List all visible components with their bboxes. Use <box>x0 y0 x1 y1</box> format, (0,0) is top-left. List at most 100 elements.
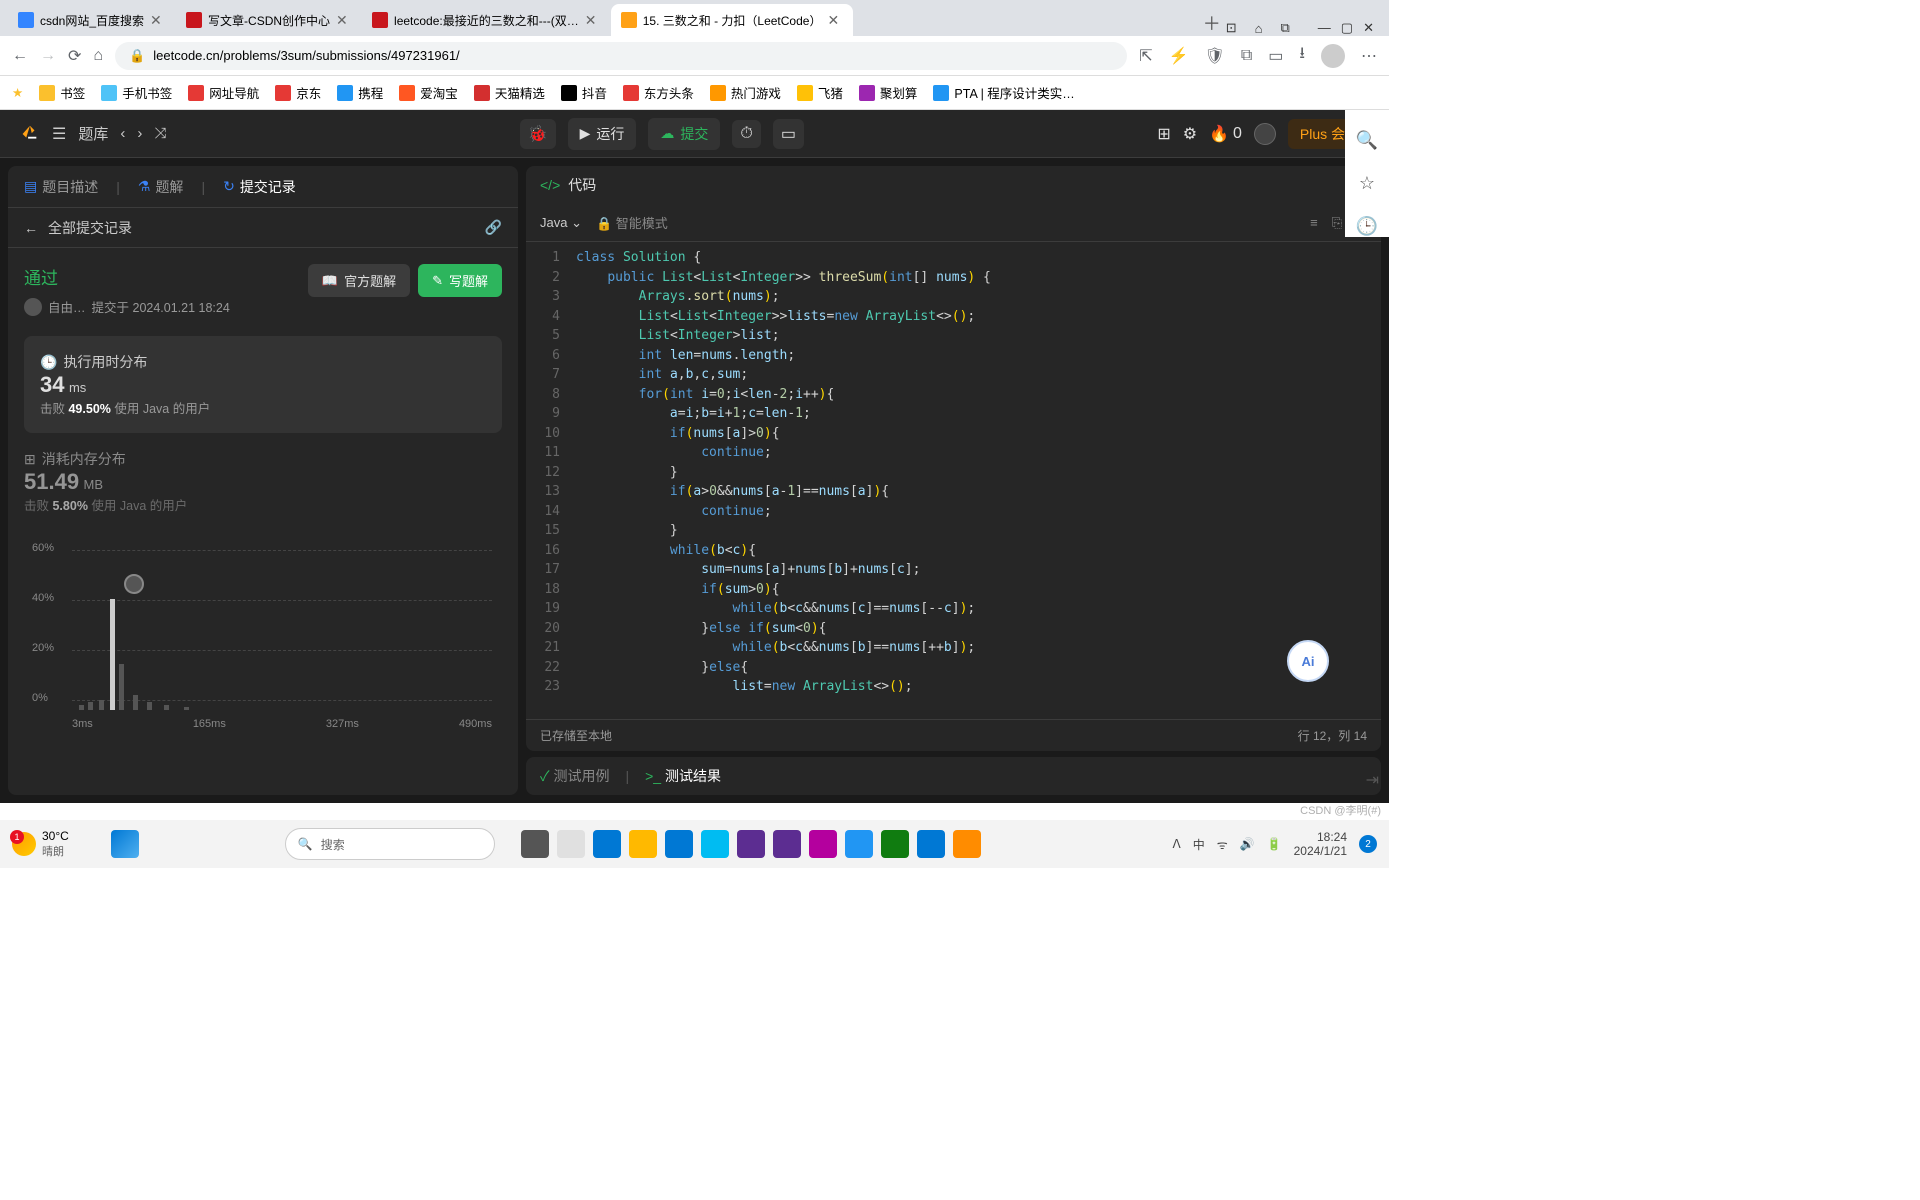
shield-icon[interactable]: 🛡 <box>1205 46 1225 66</box>
taskbar-app-icon[interactable] <box>701 830 729 858</box>
download-icon[interactable]: ⭳ <box>1299 42 1305 69</box>
smart-mode[interactable]: 🔒 智能模式 <box>596 213 668 232</box>
taskbar-app-icon[interactable] <box>917 830 945 858</box>
prev-icon[interactable]: ‹ <box>120 125 125 142</box>
format-icon[interactable]: ≡ <box>1310 215 1318 231</box>
bookmark-item[interactable]: 飞猪 <box>797 83 843 102</box>
maximize-icon[interactable]: ▢ <box>1341 20 1353 36</box>
debug-icon[interactable]: 🐞 <box>520 119 556 149</box>
runtime-card[interactable]: 🕒执行用时分布 34 ms 击败 49.50% 使用 Java 的用户 <box>24 336 502 433</box>
shuffle-icon[interactable]: ⤨ <box>154 125 166 142</box>
bookmark-item[interactable]: 东方头条 <box>623 83 694 102</box>
bookmark-item[interactable]: PTA | 程序设计类实… <box>933 83 1074 102</box>
list-icon[interactable]: ☰ <box>52 124 66 144</box>
bookmark-item[interactable]: 携程 <box>337 83 383 102</box>
menu-icon[interactable]: ⋯ <box>1361 46 1377 66</box>
write-solution-button[interactable]: ✎ 写题解 <box>418 264 502 297</box>
url-input[interactable]: 🔒 leetcode.cn/problems/3sum/submissions/… <box>115 42 1127 70</box>
extensions-icon[interactable]: ⌂ <box>1255 21 1263 36</box>
taskbar-search[interactable]: 🔍 搜索 <box>285 828 495 860</box>
home-icon[interactable]: ⌂ <box>93 47 103 65</box>
extension2-icon[interactable]: ⧉ <box>1241 47 1252 65</box>
official-solution-button[interactable]: 📖 官方题解 <box>308 264 410 297</box>
browser-tab[interactable]: 15. 三数之和 - 力扣（LeetCode）✕ <box>611 4 854 36</box>
wifi-icon[interactable]: ᯤ <box>1217 836 1228 853</box>
forward-icon[interactable]: → <box>40 47 56 65</box>
notification-badge[interactable]: 2 <box>1359 835 1377 853</box>
code-tab-label[interactable]: 代码 <box>568 175 596 195</box>
taskbar-app-icon[interactable] <box>773 830 801 858</box>
code-editor[interactable]: 1234567891011121314151617181920212223 cl… <box>526 242 1381 719</box>
minimize-icon[interactable]: — <box>1318 20 1331 36</box>
bookmark-item[interactable]: 抖音 <box>561 83 607 102</box>
tab-submissions[interactable]: ↻提交记录 <box>223 177 296 197</box>
history-side-icon[interactable]: 🕒 <box>1356 216 1378 237</box>
bookmark-item[interactable]: 聚划算 <box>859 83 918 102</box>
taskbar-app-icon[interactable] <box>737 830 765 858</box>
taskbar-app-icon[interactable] <box>953 830 981 858</box>
testcase-tab[interactable]: ✓ 测试用例 <box>540 766 609 786</box>
profile-icon[interactable] <box>1321 44 1345 68</box>
tab-close-icon[interactable]: ✕ <box>827 12 843 29</box>
bookmark-icon[interactable]: ⎘ <box>1332 215 1342 231</box>
bookmark-item[interactable]: 书签 <box>39 83 85 102</box>
tab-close-icon[interactable]: ✕ <box>336 12 352 29</box>
bookmark-item[interactable]: 手机书签 <box>101 83 172 102</box>
tab-icon[interactable]: ▭ <box>1268 46 1283 66</box>
star-side-icon[interactable]: ☆ <box>1359 173 1375 194</box>
taskbar-app-icon[interactable] <box>557 830 585 858</box>
taskbar-app-icon[interactable] <box>845 830 873 858</box>
search-side-icon[interactable]: 🔍 <box>1356 130 1378 151</box>
bookmark-item[interactable]: 京东 <box>275 83 321 102</box>
problemset-link[interactable]: 题库 <box>78 123 108 144</box>
back-icon[interactable]: ← <box>12 47 28 65</box>
expand-side-icon[interactable]: ⇥ <box>1366 770 1379 790</box>
submit-button[interactable]: ☁ 提交 <box>648 118 720 150</box>
tab-description[interactable]: ▤题目描述 <box>24 177 98 197</box>
taskbar-app-icon[interactable] <box>629 830 657 858</box>
all-submissions-label[interactable]: 全部提交记录 <box>48 218 132 238</box>
tray-chevron-icon[interactable]: ᐱ <box>1173 837 1181 851</box>
timer-icon[interactable]: ⏱ <box>732 120 760 148</box>
next-icon[interactable]: › <box>137 125 142 142</box>
ai-assistant-button[interactable]: Ai <box>1287 640 1329 682</box>
tab-actions-icon[interactable]: ⊡ <box>1226 20 1237 36</box>
new-tab-button[interactable]: ＋ <box>1198 10 1226 36</box>
taskbar-app-icon[interactable] <box>665 830 693 858</box>
tab-close-icon[interactable]: ✕ <box>585 12 601 29</box>
link-icon[interactable]: 🔗 <box>485 219 502 236</box>
run-button[interactable]: ▶ 运行 <box>568 118 637 150</box>
layout-icon[interactable]: ⊞ <box>1157 124 1170 144</box>
browser-tab[interactable]: 写文章-CSDN创作中心✕ <box>176 4 362 36</box>
share-icon[interactable]: ⇱ <box>1139 46 1152 66</box>
bookmark-item[interactable]: 天猫精选 <box>474 83 545 102</box>
user-avatar[interactable] <box>1254 123 1276 145</box>
note-icon[interactable]: ▭ <box>773 119 804 149</box>
close-icon[interactable]: ✕ <box>1363 20 1374 36</box>
settings-icon[interactable]: ⚙ <box>1183 124 1197 144</box>
taskbar-app-icon[interactable] <box>593 830 621 858</box>
puzzle-icon[interactable]: ⧉ <box>1281 20 1290 36</box>
back-arrow-icon[interactable]: ← <box>24 220 38 236</box>
streak-count[interactable]: 🔥 0 <box>1209 124 1242 144</box>
browser-tab[interactable]: csdn网站_百度搜索✕ <box>8 4 176 36</box>
reload-icon[interactable]: ⟳ <box>68 46 81 66</box>
tab-close-icon[interactable]: ✕ <box>150 12 166 29</box>
language-select[interactable]: Java ⌄ <box>540 215 582 231</box>
leetcode-logo-icon[interactable] <box>18 123 40 145</box>
taskbar-app-icon[interactable] <box>521 830 549 858</box>
testresult-tab[interactable]: >_ 测试结果 <box>645 766 721 786</box>
bookmark-item[interactable]: 网址导航 <box>188 83 259 102</box>
bookmark-item[interactable]: 爱淘宝 <box>399 83 458 102</box>
bookmark-item[interactable]: 热门游戏 <box>710 83 781 102</box>
taskbar-app-icon[interactable] <box>881 830 909 858</box>
clock[interactable]: 18:24 2024/1/21 <box>1294 830 1347 859</box>
browser-tab[interactable]: leetcode:最接近的三数之和---(双…✕ <box>362 4 611 36</box>
volume-icon[interactable]: 🔊 <box>1240 837 1255 851</box>
start-icon[interactable] <box>111 830 139 858</box>
tab-solution[interactable]: ⚗题解 <box>138 177 184 197</box>
ime-icon[interactable]: 中 <box>1193 836 1205 853</box>
taskbar-app-icon[interactable] <box>809 830 837 858</box>
weather-widget[interactable]: 1 30°C 晴朗 <box>12 829 69 859</box>
battery-icon[interactable]: 🔋 <box>1267 837 1282 851</box>
